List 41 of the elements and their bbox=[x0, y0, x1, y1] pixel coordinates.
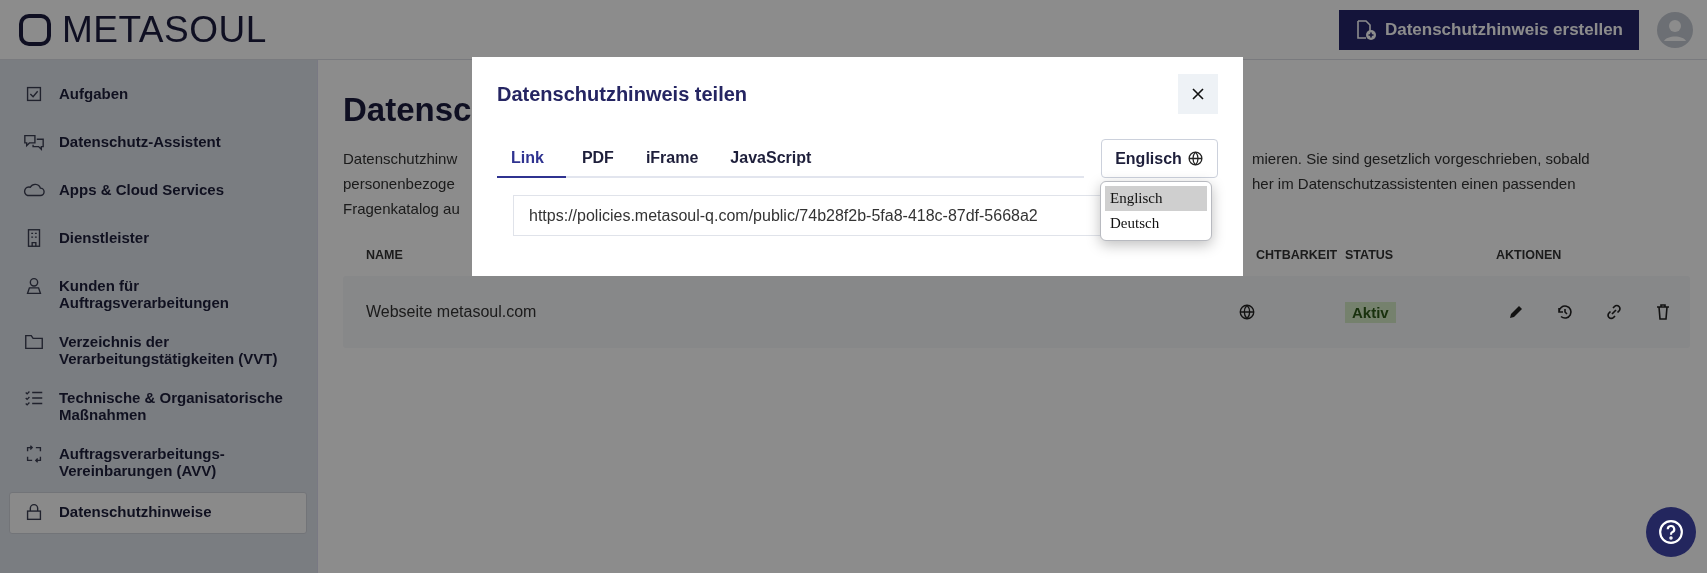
tab[interactable]: iFrame bbox=[629, 143, 715, 178]
description-text: Fragenkatalog au bbox=[343, 199, 460, 219]
sidebar-item[interactable]: Technische & Organisatorische Maßnahmen bbox=[9, 378, 307, 434]
document-add-icon bbox=[1354, 18, 1377, 41]
column-header: STATUS bbox=[1345, 248, 1395, 262]
help-button[interactable] bbox=[1646, 507, 1696, 557]
description-text: her im Datenschutzassistenten einen passenden bbox=[1252, 174, 1576, 194]
globe-icon bbox=[1238, 303, 1256, 321]
help-icon bbox=[1658, 519, 1684, 545]
language-button[interactable]: Englisch bbox=[1101, 139, 1218, 178]
tab[interactable]: JavaScript bbox=[714, 143, 828, 178]
page-title: Datensc bbox=[343, 90, 472, 130]
sidebar-item[interactable]: Aufgaben bbox=[9, 74, 307, 122]
column-header: CHTBARKEIT bbox=[1256, 248, 1339, 262]
sidebar-item[interactable]: Dienstleister bbox=[9, 218, 307, 266]
description-text: personenbezoge bbox=[343, 174, 455, 194]
tab[interactable]: Link bbox=[497, 143, 566, 178]
description-text: mieren. Sie sind gesetzlich vorgeschrieben, sobald bbox=[1252, 149, 1590, 169]
sidebar-item[interactable]: Verzeichnis der Verarbeitungstätigkeiten (VVT) bbox=[9, 322, 307, 378]
close-icon bbox=[1190, 86, 1206, 102]
table-cell: Webseite metasoul.com bbox=[366, 303, 537, 321]
table-row[interactable]: Webseite metasoul.com Aktiv bbox=[343, 276, 1690, 348]
history-icon[interactable] bbox=[1555, 302, 1575, 322]
sidebar-item[interactable]: Datenschutzhinweise bbox=[9, 492, 307, 534]
language-option[interactable]: Englisch bbox=[1105, 186, 1207, 211]
sidebar-item[interactable]: Auftragsverarbeitungs-Vereinbarungen (AVV) bbox=[9, 434, 307, 490]
logo-icon bbox=[18, 12, 52, 47]
link-icon[interactable] bbox=[1604, 302, 1624, 322]
description-text: Datenschutzhinw bbox=[343, 149, 458, 169]
globe-icon bbox=[1186, 150, 1204, 167]
column-header: NAME bbox=[365, 248, 404, 262]
sidebar-item[interactable]: Apps & Cloud Services bbox=[9, 170, 307, 218]
dialog-title: Datenschutzhinweis teilen bbox=[497, 82, 748, 106]
create-button[interactable]: Datenschutzhinweis erstellen bbox=[1338, 9, 1639, 50]
tab[interactable]: PDF bbox=[565, 143, 630, 178]
column-header: AKTIONEN bbox=[1496, 248, 1563, 262]
close-button[interactable] bbox=[1178, 74, 1218, 114]
sidebar-item[interactable]: Kunden für Auftragsverarbeitungen bbox=[9, 266, 307, 322]
sidebar-item[interactable]: Datenschutz-Assistent bbox=[9, 122, 307, 170]
logo: METASOUL bbox=[62, 8, 267, 51]
status-badge: Aktiv bbox=[1345, 301, 1396, 323]
